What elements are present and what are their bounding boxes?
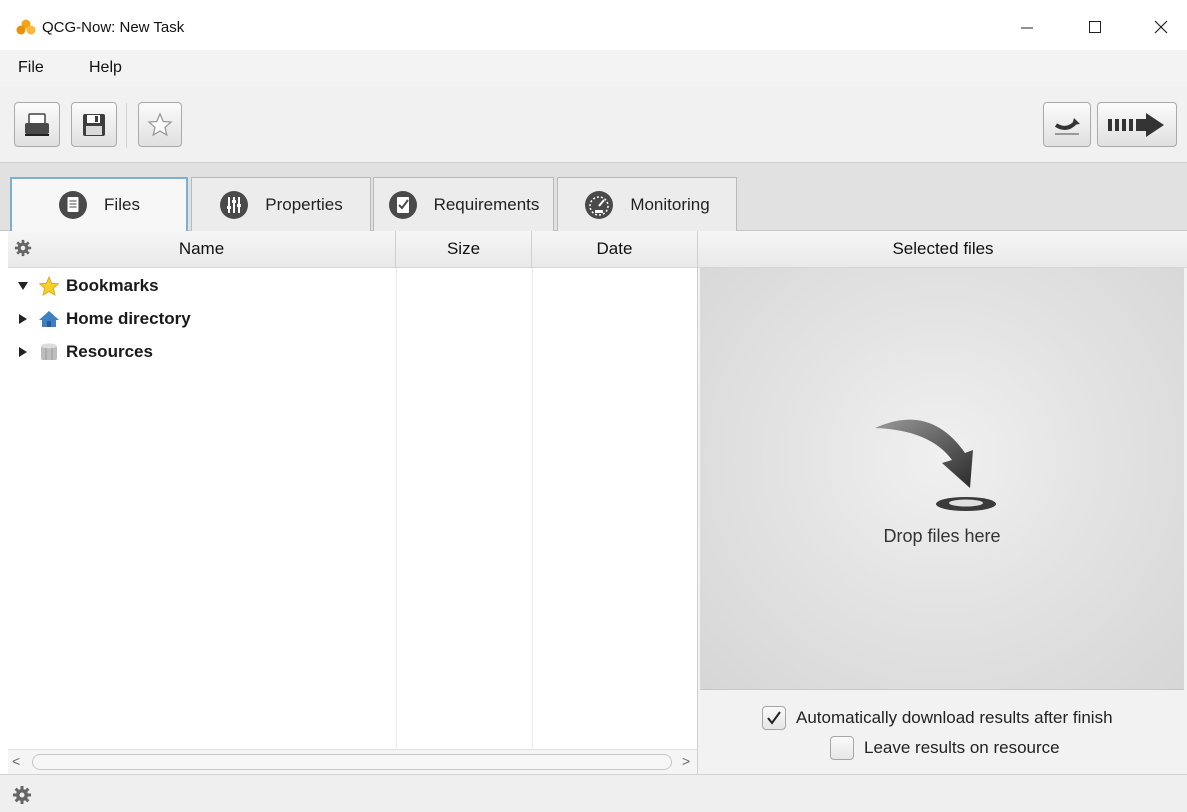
collapsed-arrow-icon[interactable] xyxy=(18,314,28,324)
tab-files[interactable]: Files xyxy=(10,177,188,231)
gear-icon[interactable] xyxy=(14,239,32,257)
auto-download-label: Automatically download results after fin… xyxy=(796,708,1113,727)
toolbar xyxy=(0,87,1187,163)
expanded-arrow-icon[interactable] xyxy=(18,281,28,291)
submit-icon xyxy=(1108,112,1164,137)
save-icon xyxy=(83,113,105,136)
column-header-size[interactable]: Size xyxy=(396,231,532,268)
selected-files-title: Selected files xyxy=(892,239,994,258)
leave-results-checkbox[interactable] xyxy=(830,736,854,760)
menu-help[interactable]: Help xyxy=(89,59,122,77)
menu-bar: File Help xyxy=(0,50,1187,87)
column-date-label: Date xyxy=(596,239,633,258)
leave-results-label: Leave results on resource xyxy=(864,738,1060,757)
title-bar: QCG-Now: New Task xyxy=(0,0,1187,50)
auto-download-checkbox[interactable] xyxy=(762,706,786,730)
refresh-icon xyxy=(1054,117,1080,135)
home-icon xyxy=(39,311,59,327)
document-icon xyxy=(59,191,88,219)
print-button[interactable] xyxy=(14,102,60,147)
close-icon xyxy=(1154,20,1168,34)
print-icon xyxy=(25,112,49,136)
auto-download-option[interactable]: Automatically download results after fin… xyxy=(762,706,1113,730)
tab-monitoring-label: Monitoring xyxy=(630,194,710,214)
tree-item-label: Resources xyxy=(66,342,153,361)
scrollbar-thumb[interactable] xyxy=(32,754,672,770)
close-button[interactable] xyxy=(1146,14,1176,40)
column-header-date[interactable]: Date xyxy=(532,231,697,268)
selected-files-header: Selected files xyxy=(698,231,1187,268)
checklist-icon xyxy=(388,190,417,219)
gear-icon[interactable] xyxy=(12,785,32,805)
status-bar xyxy=(0,774,1187,812)
app-logo-icon xyxy=(16,19,36,35)
column-header-name[interactable]: Name xyxy=(8,231,396,268)
maximize-icon xyxy=(1089,21,1101,33)
star-icon xyxy=(38,276,60,296)
tree-item-label: Bookmarks xyxy=(66,276,159,295)
tree-item-bookmarks[interactable]: Bookmarks xyxy=(8,271,396,301)
window-title: QCG-Now: New Task xyxy=(42,19,185,36)
star-icon xyxy=(147,111,173,136)
file-browser: Name Size Date Bookmarks Home directory … xyxy=(8,231,697,774)
gauge-icon xyxy=(585,190,614,219)
resubmit-button[interactable] xyxy=(1043,102,1091,147)
column-divider xyxy=(396,268,397,748)
tab-strip: Files Properties Requirements Monitoring xyxy=(0,163,1187,231)
minimize-button[interactable] xyxy=(1012,14,1042,40)
tab-properties-label: Properties xyxy=(265,194,343,214)
checkmark-icon xyxy=(767,711,781,725)
bookmark-button[interactable] xyxy=(138,102,182,147)
files-tab-content: Name Size Date Bookmarks Home directory … xyxy=(0,231,1187,774)
drop-files-label: Drop files here xyxy=(883,526,1001,546)
collapsed-arrow-icon[interactable] xyxy=(18,347,28,357)
column-divider xyxy=(532,268,533,748)
tab-requirements[interactable]: Requirements xyxy=(373,177,554,231)
tab-properties[interactable]: Properties xyxy=(191,177,371,231)
maximize-button[interactable] xyxy=(1080,14,1110,40)
submit-task-button[interactable] xyxy=(1097,102,1177,147)
selected-files-panel: Selected files Drop files here Automatic… xyxy=(697,231,1187,774)
menu-file[interactable]: File xyxy=(18,59,44,77)
minimize-icon xyxy=(1021,27,1033,29)
scroll-right-icon[interactable]: > xyxy=(682,753,690,769)
tree-item-label: Home directory xyxy=(66,309,191,328)
horizontal-scrollbar[interactable]: < > xyxy=(8,749,697,774)
tree-item-home-directory[interactable]: Home directory xyxy=(8,304,396,334)
toolbar-separator xyxy=(126,103,127,148)
scroll-left-icon[interactable]: < xyxy=(12,753,20,769)
sliders-icon xyxy=(220,190,249,219)
tree-item-resources[interactable]: Resources xyxy=(8,337,396,367)
tab-requirements-label: Requirements xyxy=(433,194,540,214)
leave-results-option[interactable]: Leave results on resource xyxy=(830,736,1060,760)
tab-monitoring[interactable]: Monitoring xyxy=(557,177,737,231)
file-drop-zone[interactable]: Drop files here xyxy=(700,268,1184,690)
tab-files-label: Files xyxy=(104,195,140,214)
drop-arrow-icon xyxy=(875,419,996,511)
database-icon xyxy=(41,343,57,360)
save-button[interactable] xyxy=(71,102,117,147)
column-name-label: Name xyxy=(178,239,225,258)
column-size-label: Size xyxy=(446,239,481,258)
